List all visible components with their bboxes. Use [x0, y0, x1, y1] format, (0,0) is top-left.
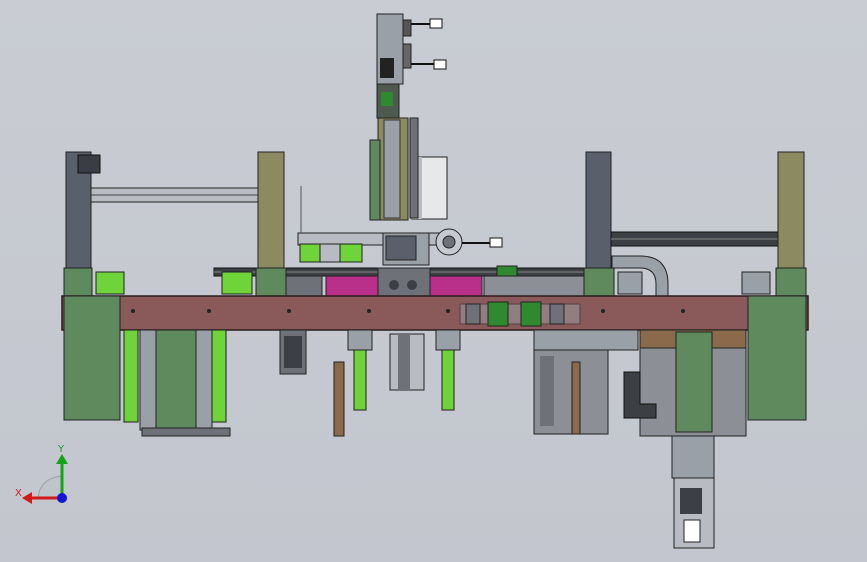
- right-outer-post: [777, 151, 805, 273]
- z-axis-dot: [57, 493, 67, 503]
- y-axis-label: Y: [57, 444, 65, 455]
- x-axis-label: X: [15, 488, 22, 499]
- y-axis-arrow: [56, 454, 68, 464]
- magenta-strip-left: [325, 275, 379, 297]
- middle-cylinders[interactable]: [279, 329, 461, 437]
- slider-block: [377, 267, 431, 299]
- right-inner-post: [585, 151, 612, 273]
- left-cylinders[interactable]: [123, 329, 231, 437]
- coordinate-triad: Y X: [15, 444, 68, 504]
- vertical-actuator[interactable]: [369, 13, 448, 221]
- left-post-bracket: [77, 154, 101, 174]
- left-enclosure[interactable]: [63, 295, 121, 421]
- cad-viewport[interactable]: Y X: [0, 0, 867, 562]
- left-gantry[interactable]: [65, 151, 285, 273]
- carriage-plate: [297, 232, 459, 246]
- right-enclosure[interactable]: [747, 295, 807, 421]
- main-beam[interactable]: [61, 295, 809, 331]
- x-axis-arrow: [22, 492, 32, 504]
- assembly-drawing[interactable]: Y X: [0, 0, 867, 562]
- magenta-strip-right: [429, 275, 483, 297]
- right-mechanism[interactable]: [533, 329, 747, 549]
- left-inner-post: [257, 151, 285, 273]
